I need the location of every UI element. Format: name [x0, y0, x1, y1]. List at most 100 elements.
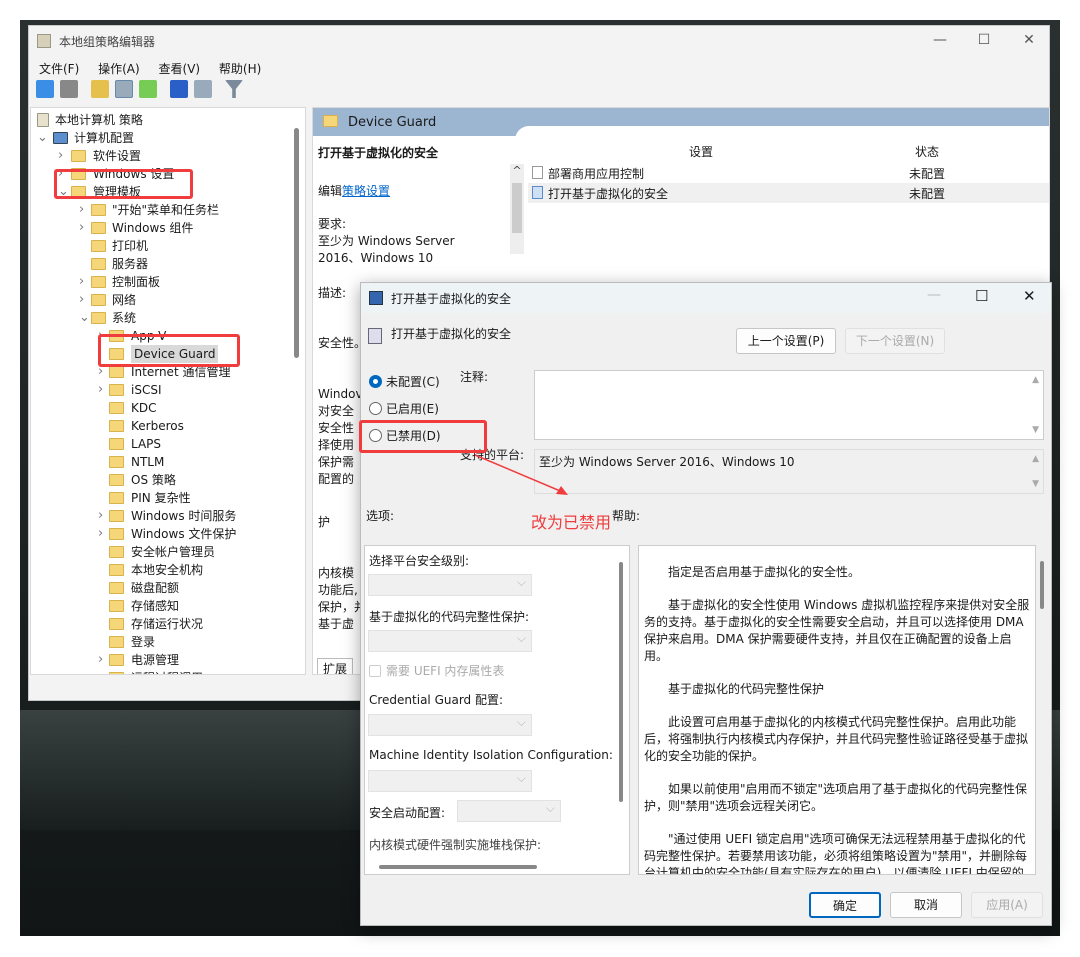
- next-setting-button[interactable]: 下一个设置(N): [845, 328, 945, 354]
- description-scrollbar[interactable]: ^: [510, 164, 524, 254]
- tree-item[interactable]: ⌄ 计算机配置: [31, 129, 305, 147]
- dialog-close-button[interactable]: ✕: [1023, 287, 1036, 305]
- tree-item[interactable]: › Windows 文件保护: [31, 525, 305, 543]
- cancel-button[interactable]: 取消: [890, 892, 962, 918]
- tree-item[interactable]: NTLM: [31, 453, 305, 471]
- dialog-minimize-button[interactable]: —: [927, 287, 941, 303]
- chevron-right-icon[interactable]: ›: [79, 219, 89, 237]
- uefi-mat-checkbox[interactable]: 需要 UEFI 内存属性表: [369, 662, 504, 679]
- chevron-down-icon[interactable]: ⌄: [79, 309, 90, 327]
- chevron-right-icon[interactable]: ›: [79, 291, 89, 309]
- chevron-right-icon[interactable]: ›: [98, 507, 108, 525]
- comment-textarea[interactable]: ▲ ▼: [534, 370, 1044, 440]
- tree-item[interactable]: › 软件设置: [31, 147, 305, 165]
- tree-item[interactable]: 存储运行状况: [31, 615, 305, 633]
- show-hide-tree-icon[interactable]: [115, 80, 133, 98]
- ok-button[interactable]: 确定: [809, 892, 881, 918]
- maximize-button[interactable]: ☐: [969, 32, 999, 52]
- radio-enabled[interactable]: 已启用(E): [369, 400, 439, 417]
- policy-icon: [37, 113, 49, 127]
- tree-item[interactable]: › 电源管理: [31, 651, 305, 669]
- comment-label: 注释:: [460, 370, 489, 384]
- folder-icon: [109, 438, 124, 450]
- previous-setting-button[interactable]: 上一个设置(P): [736, 328, 836, 354]
- chevron-right-icon[interactable]: ›: [98, 669, 108, 674]
- tree-item-label: 本地计算机 策略: [55, 113, 143, 127]
- menu-file[interactable]: 文件(F): [39, 62, 79, 76]
- tree-item[interactable]: 登录: [31, 633, 305, 651]
- tree-item-label: 存储感知: [131, 599, 180, 613]
- tree-item[interactable]: › Windows 组件: [31, 219, 305, 237]
- filter-icon[interactable]: [225, 80, 243, 98]
- chevron-right-icon[interactable]: ›: [98, 381, 108, 399]
- options-vscrollbar[interactable]: [619, 562, 623, 802]
- tree-item-label: KDC: [131, 401, 157, 415]
- chevron-right-icon[interactable]: ›: [79, 201, 89, 219]
- tree-item[interactable]: Kerberos: [31, 417, 305, 435]
- help-icon[interactable]: [170, 80, 188, 98]
- apply-button[interactable]: 应用(A): [971, 892, 1043, 918]
- chevron-right-icon[interactable]: ›: [58, 147, 68, 165]
- tree-item-label: Windows 时间服务: [131, 509, 237, 523]
- tree-item[interactable]: LAPS: [31, 435, 305, 453]
- radio-icon: [369, 375, 382, 388]
- chevron-right-icon[interactable]: ›: [79, 273, 89, 291]
- description-line: 基于虚: [318, 617, 355, 631]
- tree-item[interactable]: › "开始"菜单和任务栏: [31, 201, 305, 219]
- policy-setting: 打开基于虚拟化的安全: [548, 187, 669, 201]
- close-button[interactable]: ✕: [1014, 32, 1044, 52]
- edit-policy-link[interactable]: 策略设置: [342, 184, 390, 198]
- tree-item[interactable]: › 远程过程调用: [31, 669, 305, 674]
- properties-icon[interactable]: [194, 80, 212, 98]
- policy-dialog-icon: [369, 291, 383, 305]
- tree-item[interactable]: 服务器: [31, 255, 305, 273]
- export-icon[interactable]: [139, 80, 157, 98]
- menu-action[interactable]: 操作(A): [98, 62, 140, 76]
- up-folder-icon[interactable]: [91, 80, 109, 98]
- forward-icon[interactable]: [60, 80, 78, 98]
- column-header-status[interactable]: 状态: [915, 143, 939, 160]
- platform-level-select[interactable]: [368, 574, 532, 596]
- chevron-right-icon[interactable]: ›: [98, 525, 108, 543]
- radio-not-configured[interactable]: 未配置(C): [369, 373, 440, 390]
- tree-item[interactable]: 存储感知: [31, 597, 305, 615]
- machine-identity-select[interactable]: [368, 770, 532, 792]
- tree-item[interactable]: › 控制面板: [31, 273, 305, 291]
- tree-item[interactable]: 安全帐户管理员: [31, 543, 305, 561]
- secure-launch-select[interactable]: [457, 800, 561, 822]
- policy-row[interactable]: 部署商用应用控制 未配置: [528, 163, 1048, 183]
- chevron-right-icon[interactable]: ›: [98, 651, 108, 669]
- option-label: 基于虚拟化的代码完整性保护:: [369, 610, 530, 624]
- menu-view[interactable]: 查看(V): [159, 62, 201, 76]
- credential-guard-select[interactable]: [368, 714, 532, 736]
- menu-help[interactable]: 帮助(H): [219, 62, 261, 76]
- back-icon[interactable]: [36, 80, 54, 98]
- folder-icon: [91, 258, 106, 270]
- tab-extended[interactable]: 扩展: [317, 658, 354, 674]
- policy-row-selected[interactable]: 打开基于虚拟化的安全 未配置: [528, 183, 1049, 203]
- options-hscrollbar[interactable]: [379, 865, 537, 869]
- tree-item[interactable]: 本地安全机构: [31, 561, 305, 579]
- tree-item[interactable]: ⌄ 系统: [31, 309, 305, 327]
- tree-item[interactable]: › iSCSI: [31, 381, 305, 399]
- tree-item[interactable]: OS 策略: [31, 471, 305, 489]
- column-header-setting[interactable]: 设置: [689, 143, 713, 160]
- tree-item[interactable]: › Windows 时间服务: [31, 507, 305, 525]
- vbs-code-integrity-select[interactable]: [368, 630, 532, 652]
- dialog-maximize-button[interactable]: ☐: [975, 287, 988, 305]
- help-scrollbar[interactable]: [1040, 561, 1044, 609]
- tree-item-label: 本地安全机构: [131, 563, 204, 577]
- tree-item[interactable]: 磁盘配额: [31, 579, 305, 597]
- minimize-button[interactable]: —: [925, 32, 955, 52]
- tree-item[interactable]: KDC: [31, 399, 305, 417]
- tree-item-label: 磁盘配额: [131, 581, 180, 595]
- folder-icon: [91, 222, 106, 234]
- tree-item[interactable]: › 网络: [31, 291, 305, 309]
- tree-item[interactable]: 本地计算机 策略: [31, 111, 305, 129]
- tree-scrollbar[interactable]: [294, 128, 299, 358]
- tree-item[interactable]: 打印机: [31, 237, 305, 255]
- policy-icon: [532, 166, 543, 179]
- policy-icon: [532, 186, 543, 199]
- tree-item[interactable]: PIN 复杂性: [31, 489, 305, 507]
- chevron-down-icon[interactable]: ⌄: [37, 129, 48, 147]
